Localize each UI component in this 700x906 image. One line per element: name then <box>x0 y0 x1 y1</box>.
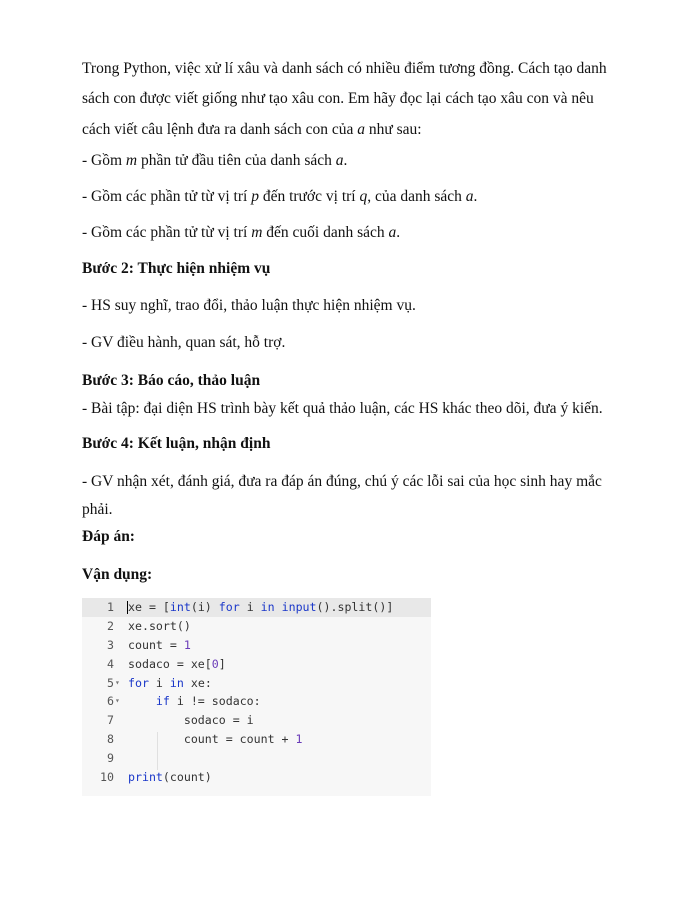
step2-line: - HS suy nghĩ, trao đổi, thảo luận thực … <box>82 297 416 314</box>
line-number: 5 <box>107 675 114 690</box>
code-line[interactable]: 7 sodaco = i <box>82 711 431 730</box>
step3-line: - Bài tập: đại diện HS trình bày kết quả… <box>82 400 603 417</box>
line-number: 2 <box>107 618 114 633</box>
step4-heading: Bước 4: Kết luận, nhận định <box>82 435 271 452</box>
code-line[interactable]: 3 count = 1 <box>82 636 431 655</box>
fold-arrow-icon[interactable]: ▾ <box>115 674 120 693</box>
fold-arrow-icon[interactable]: ▾ <box>115 692 120 711</box>
code-text: print(count) <box>128 770 212 785</box>
step4-line: - GV nhận xét, đánh giá, đưa ra đáp án đ… <box>82 473 602 490</box>
line-number: 7 <box>107 713 114 728</box>
code-line[interactable]: 6 ▾ if i != sodaco: <box>82 692 431 711</box>
line-number: 1 <box>107 600 114 614</box>
step3-heading: Bước 3: Báo cáo, thảo luận <box>82 372 261 389</box>
code-text: sodaco = xe[0] <box>128 656 226 671</box>
code-text: xe.sort() <box>128 618 191 633</box>
code-text: sodaco = i <box>128 713 254 728</box>
intro-line: Trong Python, việc xử lí xâu và danh sác… <box>82 60 607 77</box>
code-line[interactable]: 4 sodaco = xe[0] <box>82 655 431 674</box>
line-number: 6 <box>107 694 114 709</box>
text-cursor <box>127 601 128 614</box>
answer-label: Đáp án: <box>82 528 135 545</box>
line-number: 3 <box>107 637 114 652</box>
list-item: - Gồm các phần tử từ vị trí m đến cuối d… <box>82 224 401 241</box>
line-number: 10 <box>100 770 114 785</box>
list-item: - Gồm m phần tử đầu tiên của danh sách a… <box>82 152 348 169</box>
code-line[interactable]: 10 print(count) <box>82 768 431 787</box>
apply-label: Vận dụng: <box>82 566 153 583</box>
code-line[interactable]: 2 xe.sort() <box>82 617 431 636</box>
code-line[interactable]: 5 ▾ for i in xe: <box>82 674 431 693</box>
line-number: 4 <box>107 656 114 671</box>
list-item: - Gồm các phần tử từ vị trí p đến trước … <box>82 188 478 205</box>
code-line[interactable]: 9 <box>82 749 431 768</box>
code-text: if i != sodaco: <box>155 694 261 709</box>
step2-heading: Bước 2: Thực hiện nhiệm vụ <box>82 260 271 277</box>
code-line[interactable]: 1 xe = [int(i) for i in input().split()] <box>82 598 431 617</box>
intro-line: cách viết câu lệnh đưa ra danh sách con … <box>82 121 422 138</box>
step2-line: - GV điều hành, quan sát, hỗ trợ. <box>82 334 286 351</box>
intro-line: sách con được viết giống như tạo xâu con… <box>82 90 594 107</box>
code-text: count = 1 <box>128 637 191 652</box>
line-number: 9 <box>107 751 114 766</box>
line-number: 8 <box>107 732 114 747</box>
code-text: xe = [int(i) for i in input().split()] <box>128 600 394 614</box>
code-text: for i in xe: <box>128 675 212 690</box>
step4-line: phải. <box>82 501 113 518</box>
code-editor[interactable]: 1 xe = [int(i) for i in input().split()] 2… <box>82 598 431 796</box>
code-text: count = count + 1 <box>128 732 303 747</box>
code-line[interactable]: 8 count = count + 1 <box>82 730 431 749</box>
